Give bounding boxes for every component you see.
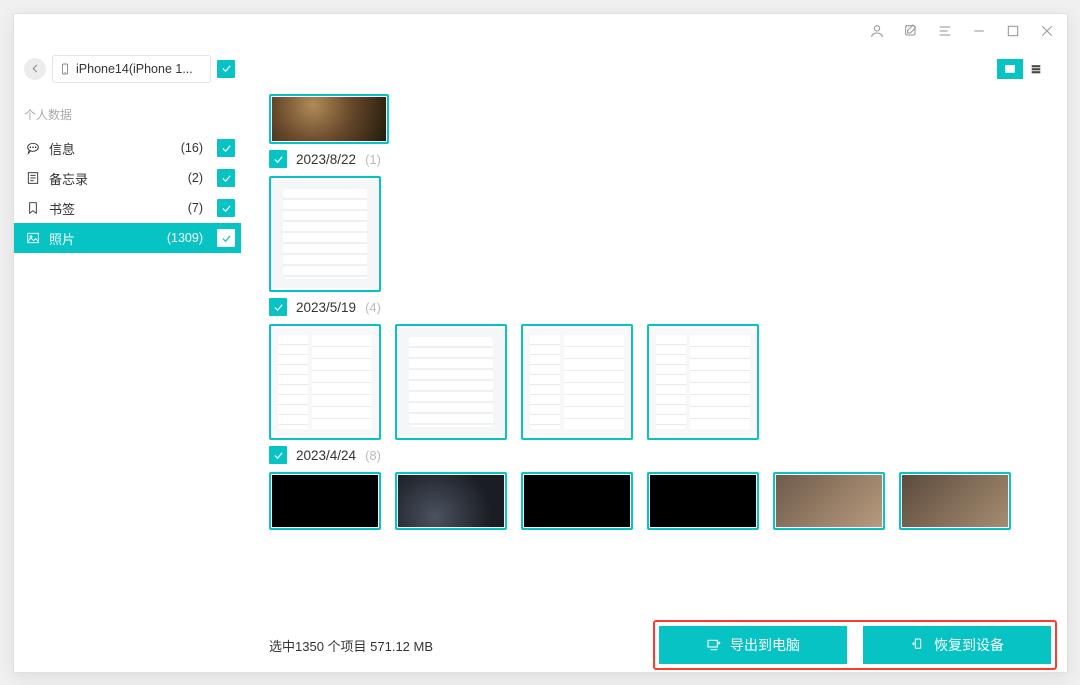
group-checkbox[interactable] — [269, 446, 287, 464]
photo-placeholder — [272, 475, 378, 527]
cat-label: 信息 — [49, 139, 173, 158]
back-button[interactable] — [24, 58, 46, 80]
photo-placeholder — [650, 328, 756, 436]
photo-placeholder — [272, 180, 378, 288]
photo-thumb[interactable] — [647, 324, 759, 440]
footer: 选中1350 个项目 571.12 MB 导出到电脑 恢复到设备 — [241, 618, 1067, 672]
group-header[interactable]: 2023/8/22 (1) — [269, 150, 1067, 168]
selection-status: 选中1350 个项目 571.12 MB — [269, 636, 433, 655]
thumb-row — [269, 90, 1067, 144]
photo-placeholder — [272, 328, 378, 436]
sidebar-item-messages[interactable]: 信息 (16) — [14, 133, 241, 163]
group-header[interactable]: 2023/4/24 (8) — [269, 446, 1067, 464]
content: iPhone14(iPhone 1... 个人数据 信息 (16) 备忘录 (2 — [14, 48, 1067, 672]
image-icon — [24, 230, 41, 247]
photo-thumb[interactable] — [899, 472, 1011, 530]
cat-label: 书签 — [49, 199, 180, 218]
group-count: (8) — [365, 448, 381, 463]
group-header[interactable]: 2023/5/19 (4) — [269, 298, 1067, 316]
photo-placeholder — [272, 97, 386, 141]
app-window: iPhone14(iPhone 1... 个人数据 信息 (16) 备忘录 (2 — [13, 13, 1068, 673]
photo-group — [269, 90, 1067, 144]
list-view-button[interactable] — [1023, 59, 1049, 79]
sidebar-item-notes[interactable]: 备忘录 (2) — [14, 163, 241, 193]
cat-checkbox[interactable] — [217, 169, 235, 187]
photo-thumb[interactable] — [395, 472, 507, 530]
photo-placeholder — [524, 328, 630, 436]
export-label: 导出到电脑 — [730, 635, 800, 655]
photo-thumb[interactable] — [647, 472, 759, 530]
photo-placeholder — [902, 475, 1008, 527]
cat-checkbox[interactable] — [217, 199, 235, 217]
action-buttons: 导出到电脑 恢复到设备 — [653, 620, 1057, 670]
restore-icon — [910, 637, 926, 653]
device-checkbox[interactable] — [217, 60, 235, 78]
photo-placeholder — [524, 475, 630, 527]
edit-icon[interactable] — [901, 21, 921, 41]
message-icon — [24, 140, 41, 157]
cat-count: (7) — [188, 201, 203, 215]
bookmark-icon — [24, 200, 41, 217]
close-button[interactable] — [1037, 21, 1057, 41]
group-count: (1) — [365, 152, 381, 167]
cat-count: (1309) — [167, 231, 203, 245]
view-toolbar — [241, 48, 1067, 90]
minimize-button[interactable] — [969, 21, 989, 41]
photo-thumb[interactable] — [269, 176, 381, 292]
cat-checkbox[interactable] — [217, 229, 235, 247]
group-checkbox[interactable] — [269, 150, 287, 168]
note-icon — [24, 170, 41, 187]
export-button[interactable]: 导出到电脑 — [659, 626, 847, 664]
photo-group: 2023/5/19 (4) — [269, 298, 1067, 440]
photo-thumb[interactable] — [773, 472, 885, 530]
maximize-button[interactable] — [1003, 21, 1023, 41]
photo-thumb[interactable] — [521, 324, 633, 440]
photo-thumb[interactable] — [521, 472, 633, 530]
photo-placeholder — [398, 475, 504, 527]
device-row: iPhone14(iPhone 1... — [14, 48, 241, 90]
photo-placeholder — [398, 328, 504, 436]
device-chip[interactable]: iPhone14(iPhone 1... — [52, 55, 211, 83]
cat-count: (2) — [188, 171, 203, 185]
group-checkbox[interactable] — [269, 298, 287, 316]
thumb-row — [269, 468, 1067, 530]
photo-group: 2023/4/24 (8) — [269, 446, 1067, 530]
titlebar — [14, 14, 1067, 48]
thumb-row — [269, 320, 1067, 440]
photo-thumb[interactable] — [395, 324, 507, 440]
photo-thumb[interactable] — [269, 472, 381, 530]
group-date: 2023/4/24 — [296, 448, 356, 463]
group-count: (4) — [365, 300, 381, 315]
photo-scroll-area[interactable]: 2023/8/22 (1) 2023/5/19 (4) — [241, 90, 1067, 618]
thumb-row — [269, 172, 1067, 292]
device-name: iPhone14(iPhone 1... — [76, 62, 193, 76]
category-list: 信息 (16) 备忘录 (2) 书签 (7) — [14, 133, 241, 253]
cat-label: 备忘录 — [49, 169, 180, 188]
sidebar-item-bookmarks[interactable]: 书签 (7) — [14, 193, 241, 223]
grid-view-button[interactable] — [997, 59, 1023, 79]
sidebar-item-photos[interactable]: 照片 (1309) — [14, 223, 241, 253]
photo-group: 2023/8/22 (1) — [269, 150, 1067, 292]
cat-label: 照片 — [49, 229, 159, 248]
photo-thumb[interactable] — [269, 324, 381, 440]
main-panel: 2023/8/22 (1) 2023/5/19 (4) — [241, 48, 1067, 672]
cat-count: (16) — [181, 141, 203, 155]
account-icon[interactable] — [867, 21, 887, 41]
restore-label: 恢复到设备 — [934, 635, 1004, 655]
export-icon — [706, 637, 722, 653]
photo-thumb[interactable] — [269, 94, 389, 144]
sidebar: iPhone14(iPhone 1... 个人数据 信息 (16) 备忘录 (2 — [14, 48, 241, 672]
photo-placeholder — [776, 475, 882, 527]
restore-button[interactable]: 恢复到设备 — [863, 626, 1051, 664]
group-date: 2023/8/22 — [296, 152, 356, 167]
cat-checkbox[interactable] — [217, 139, 235, 157]
group-date: 2023/5/19 — [296, 300, 356, 315]
photo-placeholder — [650, 475, 756, 527]
menu-icon[interactable] — [935, 21, 955, 41]
section-label: 个人数据 — [14, 90, 241, 133]
